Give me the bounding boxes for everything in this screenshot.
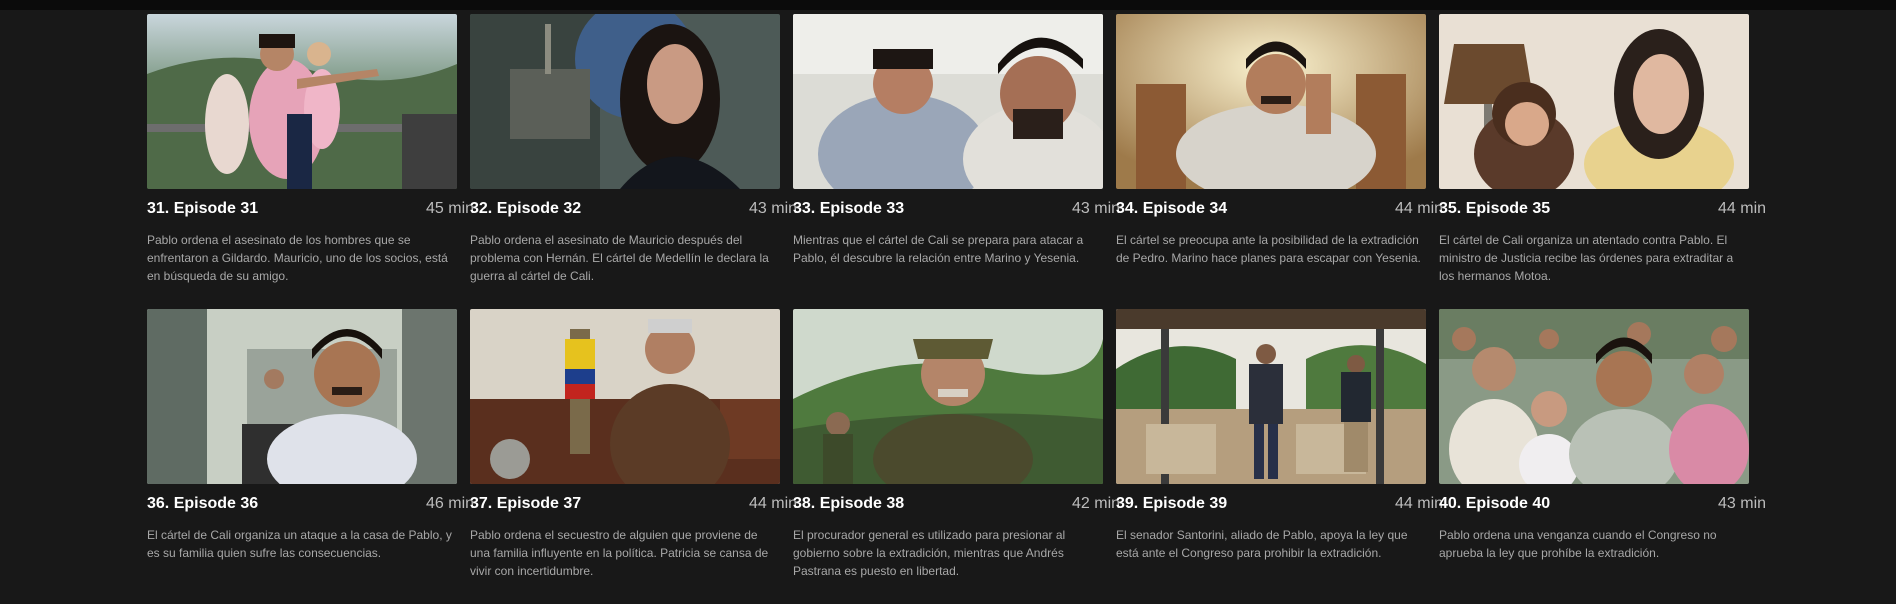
episode-card-35[interactable]: 35. Episode 35 44 min El cártel de Cali … xyxy=(1439,14,1766,309)
episode-40-image xyxy=(1439,309,1749,484)
episode-thumbnail[interactable] xyxy=(147,14,457,189)
episode-36-image xyxy=(147,309,457,484)
episode-description: El senador Santorini, aliado de Pablo, a… xyxy=(1116,528,1408,560)
episode-description: El cártel de Cali organiza un ataque a l… xyxy=(147,528,452,560)
episode-title[interactable]: 38. Episode 38 xyxy=(793,494,904,514)
episode-title[interactable]: 33. Episode 33 xyxy=(793,199,904,219)
episode-35-image xyxy=(1439,14,1749,189)
episode-duration: 43 min xyxy=(1718,495,1767,512)
episode-duration: 45 min xyxy=(426,200,475,217)
episode-card-39[interactable]: 39. Episode 39 44 min El senador Santori… xyxy=(1116,309,1443,604)
episode-duration: 44 min xyxy=(749,495,798,512)
episode-description: El procurador general es utilizado para … xyxy=(793,528,1066,578)
episode-37-image xyxy=(470,309,780,484)
episode-title[interactable]: 32. Episode 32 xyxy=(470,199,581,219)
episode-description: Pablo ordena el asesinato de los hombres… xyxy=(147,233,448,283)
episode-card-34[interactable]: 34. Episode 34 44 min El cártel se preoc… xyxy=(1116,14,1443,309)
top-bar xyxy=(0,0,1896,10)
episode-grid: 31. Episode 31 45 min Pablo ordena el as… xyxy=(147,14,1766,604)
episode-title[interactable]: 34. Episode 34 xyxy=(1116,199,1227,219)
episode-duration: 44 min xyxy=(1395,495,1444,512)
episode-thumbnail[interactable] xyxy=(793,14,1103,189)
episode-duration: 44 min xyxy=(1395,200,1444,217)
episode-33-image xyxy=(793,14,1103,189)
episode-duration: 43 min xyxy=(1072,200,1121,217)
episode-thumbnail[interactable] xyxy=(793,309,1103,484)
episode-thumbnail[interactable] xyxy=(1116,14,1426,189)
episode-card-38[interactable]: 38. Episode 38 42 min El procurador gene… xyxy=(793,309,1120,604)
episode-duration: 46 min xyxy=(426,495,475,512)
episode-duration: 42 min xyxy=(1072,495,1121,512)
episode-title[interactable]: 37. Episode 37 xyxy=(470,494,581,514)
episode-thumbnail[interactable] xyxy=(147,309,457,484)
episode-thumbnail[interactable] xyxy=(1439,14,1749,189)
episode-thumbnail[interactable] xyxy=(1439,309,1749,484)
episode-34-image xyxy=(1116,14,1426,189)
episode-31-image xyxy=(147,14,457,189)
episode-thumbnail[interactable] xyxy=(470,14,780,189)
episode-card-32[interactable]: 32. Episode 32 43 min Pablo ordena el as… xyxy=(470,14,797,309)
episode-card-40[interactable]: 40. Episode 40 43 min Pablo ordena una v… xyxy=(1439,309,1766,604)
episode-39-image xyxy=(1116,309,1426,484)
episode-duration: 43 min xyxy=(749,200,798,217)
episode-duration: 44 min xyxy=(1718,200,1767,217)
episode-description: El cártel de Cali organiza un atentado c… xyxy=(1439,233,1734,283)
episode-card-33[interactable]: 33. Episode 33 43 min Mientras que el cá… xyxy=(793,14,1120,309)
episode-card-31[interactable]: 31. Episode 31 45 min Pablo ordena el as… xyxy=(147,14,474,309)
episode-thumbnail[interactable] xyxy=(1116,309,1426,484)
episode-title[interactable]: 35. Episode 35 xyxy=(1439,199,1550,219)
episode-description: Mientras que el cártel de Cali se prepar… xyxy=(793,233,1084,265)
episode-title[interactable]: 39. Episode 39 xyxy=(1116,494,1227,514)
episode-card-36[interactable]: 36. Episode 36 46 min El cártel de Cali … xyxy=(147,309,474,604)
episode-description: Pablo ordena el asesinato de Mauricio de… xyxy=(470,233,769,283)
episode-title[interactable]: 31. Episode 31 xyxy=(147,199,258,219)
episode-description: Pablo ordena una venganza cuando el Cong… xyxy=(1439,528,1717,560)
episode-title[interactable]: 36. Episode 36 xyxy=(147,494,258,514)
episode-description: El cártel se preocupa ante la posibilida… xyxy=(1116,233,1421,265)
episode-title[interactable]: 40. Episode 40 xyxy=(1439,494,1550,514)
episode-description: Pablo ordena el secuestro de alguien que… xyxy=(470,528,769,578)
episode-38-image xyxy=(793,309,1103,484)
episode-card-37[interactable]: 37. Episode 37 44 min Pablo ordena el se… xyxy=(470,309,797,604)
episode-32-image xyxy=(470,14,780,189)
episode-thumbnail[interactable] xyxy=(470,309,780,484)
